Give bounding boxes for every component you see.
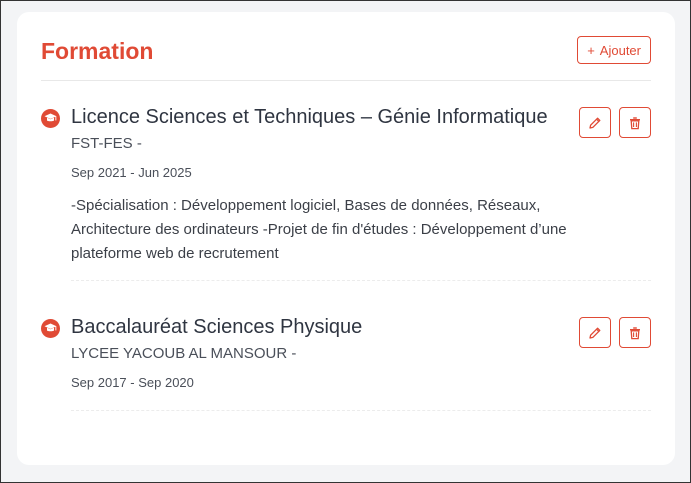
formation-card: Formation + Ajouter Licence Sciences et …	[17, 12, 675, 465]
add-formation-button[interactable]: + Ajouter	[577, 36, 651, 64]
formation-entry: Licence Sciences et Techniques – Génie I…	[41, 104, 651, 282]
entry-school: FST-FES -	[71, 135, 142, 152]
add-button-label: Ajouter	[599, 42, 641, 58]
edit-button[interactable]	[579, 107, 611, 138]
entry-body: Baccalauréat Sciences Physique LYCEE YAC…	[71, 314, 651, 391]
entry-dates: Sep 2017 - Sep 2020	[71, 375, 194, 390]
entry-divider	[71, 280, 651, 281]
edit-button[interactable]	[579, 317, 611, 348]
section-title: Formation	[41, 38, 154, 64]
pencil-icon	[589, 117, 601, 129]
entry-body: Licence Sciences et Techniques – Génie I…	[71, 104, 651, 266]
trash-icon	[630, 116, 640, 129]
entry-dates: Sep 2021 - Jun 2025	[71, 165, 192, 180]
pencil-icon	[589, 327, 601, 339]
entry-divider	[71, 410, 651, 411]
graduation-cap-icon	[41, 319, 60, 338]
graduation-cap-icon	[41, 109, 60, 128]
card-header: Formation + Ajouter	[41, 36, 651, 81]
entry-title: Licence Sciences et Techniques – Génie I…	[71, 106, 548, 128]
trash-icon	[630, 326, 640, 339]
delete-button[interactable]	[619, 107, 651, 138]
delete-button[interactable]	[619, 317, 651, 348]
entry-description: -Spécialisation : Développement logiciel…	[71, 197, 567, 262]
entry-school: LYCEE YACOUB AL MANSOUR -	[71, 345, 297, 362]
plus-icon: +	[587, 42, 595, 58]
entry-title: Baccalauréat Sciences Physique	[71, 316, 363, 338]
formation-entry: Baccalauréat Sciences Physique LYCEE YAC…	[41, 314, 651, 412]
